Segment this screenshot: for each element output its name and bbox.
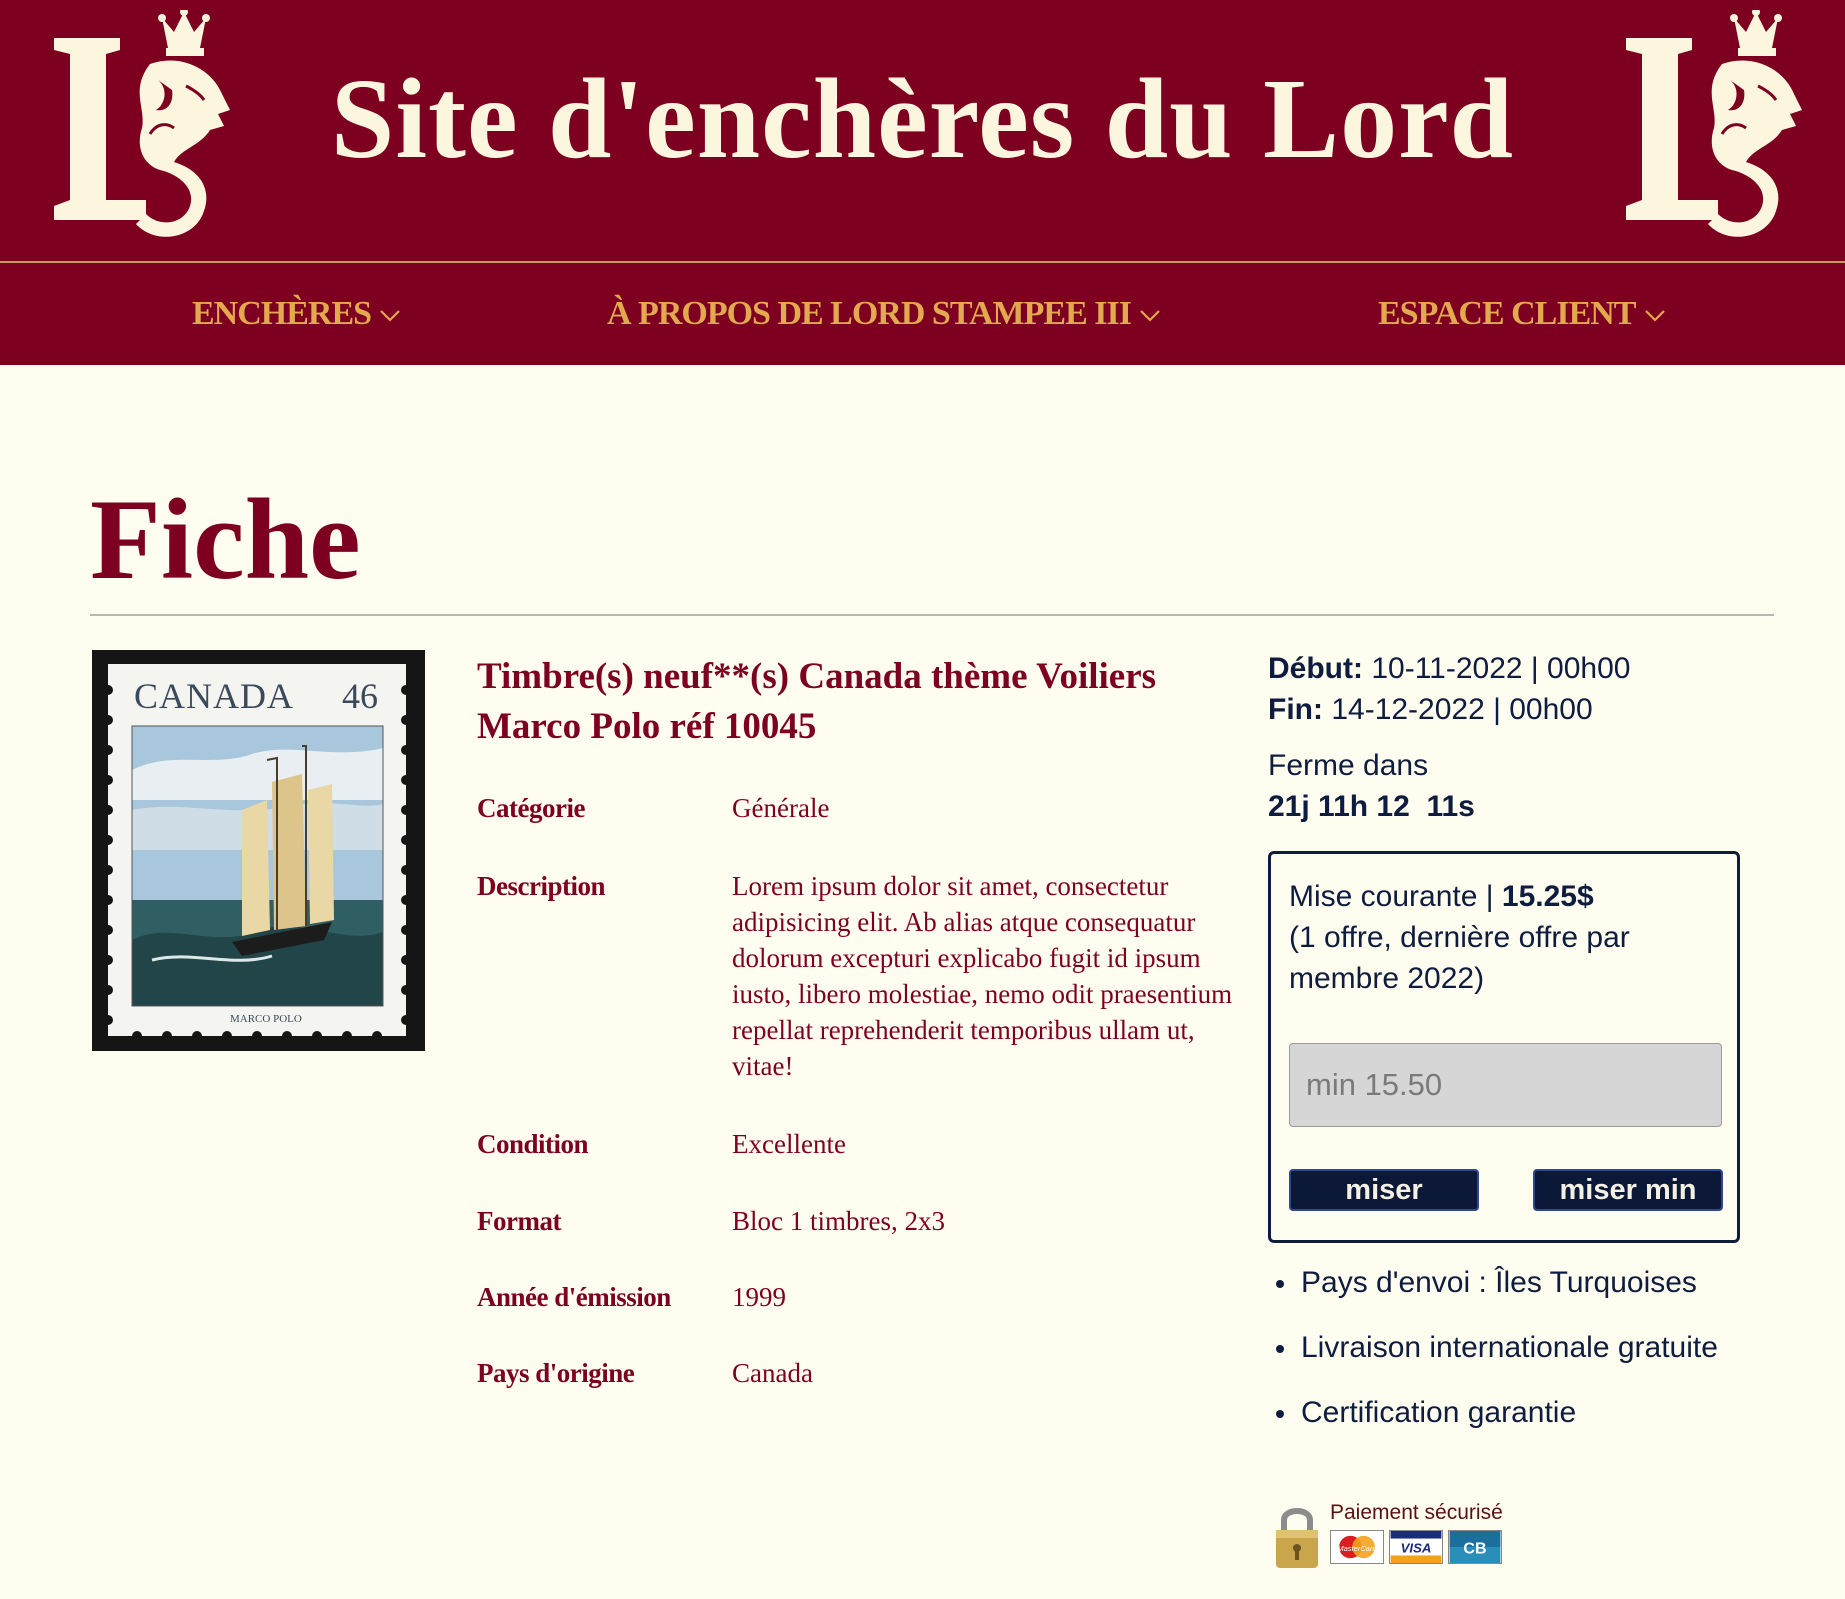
current-bid-value: 15.25$ bbox=[1501, 880, 1594, 913]
bid-min-button[interactable]: miser min bbox=[1533, 1169, 1723, 1211]
start-value: 10-11-2022 | 00h00 bbox=[1371, 652, 1631, 685]
detail-row-format: Format Bloc 1 timbres, 2x3 bbox=[477, 1203, 1247, 1239]
stamp-image[interactable]: CANADA 46 MARCO POLO bbox=[92, 650, 425, 1051]
detail-label: Catégorie bbox=[477, 793, 585, 823]
nav-item-encheres[interactable]: ENCHÈRES bbox=[192, 263, 401, 365]
cb-text: CB bbox=[1463, 1541, 1486, 1558]
current-bid: Mise courante | 15.25$ (1 offre, dernièr… bbox=[1289, 876, 1719, 999]
detail-label: Format bbox=[477, 1206, 561, 1236]
nav-item-espace-client[interactable]: ESPACE CLIENT bbox=[1378, 263, 1666, 365]
divider bbox=[90, 614, 1774, 616]
nav-item-label: ENCHÈRES bbox=[192, 295, 372, 332]
chevron-down-icon bbox=[1644, 310, 1665, 322]
end-value: 14-12-2022 | 00h00 bbox=[1331, 693, 1593, 726]
detail-value: Canada bbox=[732, 1358, 813, 1388]
detail-label: Condition bbox=[477, 1129, 589, 1159]
list-item: Pays d'envoi : Îles Turquoises bbox=[1276, 1263, 1841, 1303]
offers-summary: (1 offre, dernière offre par membre 2022… bbox=[1289, 921, 1630, 995]
bid-panel: Mise courante | 15.25$ (1 offre, dernièr… bbox=[1268, 851, 1740, 1243]
stamp-country: CANADA bbox=[134, 676, 294, 716]
countdown-timer: 21j 11h 12 11s bbox=[1268, 790, 1475, 823]
visa-text: VISA bbox=[1401, 1541, 1432, 1556]
detail-value: Bloc 1 timbres, 2x3 bbox=[732, 1206, 945, 1236]
visa-icon: VISA bbox=[1389, 1530, 1443, 1564]
nav-item-label: ESPACE CLIENT bbox=[1378, 295, 1636, 332]
page-title: Fiche bbox=[90, 476, 361, 604]
main-nav: ENCHÈRES À PROPOS DE LORD STAMPEE III ES… bbox=[0, 263, 1845, 365]
mastercard-text: MasterCard bbox=[1337, 1544, 1377, 1553]
list-item: Livraison internationale gratuite bbox=[1276, 1328, 1841, 1368]
auction-dates: Début: 10-11-2022 | 00h00 Fin: 14-12-202… bbox=[1268, 648, 1808, 730]
end-date: Fin: 14-12-2022 | 00h00 bbox=[1268, 689, 1808, 730]
padlock-icon bbox=[1276, 1508, 1318, 1568]
detail-value: Générale bbox=[732, 793, 830, 823]
feature-list: Pays d'envoi : Îles Turquoises Livraison… bbox=[1268, 1263, 1841, 1458]
closes-in: Ferme dans 21j 11h 12 11s bbox=[1268, 745, 1808, 827]
bid-button[interactable]: miser bbox=[1289, 1169, 1479, 1211]
secure-payment-badge: Paiement sécurisé MasterCard VISA CB bbox=[1272, 1500, 1503, 1572]
chevron-down-icon bbox=[380, 310, 400, 322]
detail-row-category: Catégorie Générale bbox=[477, 790, 1247, 826]
chevron-down-icon bbox=[1140, 310, 1160, 322]
product-title: Timbre(s) neuf**(s) Canada thème Voilier… bbox=[477, 656, 1157, 747]
stamp-value: 46 bbox=[342, 676, 378, 716]
auction-sidebar: Début: 10-11-2022 | 00h00 Fin: 14-12-202… bbox=[1268, 648, 1808, 1568]
detail-value: Lorem ipsum dolor sit amet, consectetur … bbox=[732, 871, 1233, 1081]
nav-item-a-propos[interactable]: À PROPOS DE LORD STAMPEE III bbox=[607, 263, 1161, 365]
start-label: Début: bbox=[1268, 652, 1363, 685]
detail-row-year: Année d'émission 1999 bbox=[477, 1279, 1247, 1315]
detail-value: Excellente bbox=[732, 1129, 846, 1159]
detail-value: 1999 bbox=[732, 1282, 786, 1312]
nav-item-label: À PROPOS DE LORD STAMPEE III bbox=[607, 295, 1132, 332]
detail-label: Année d'émission bbox=[477, 1282, 671, 1312]
closes-label: Ferme dans bbox=[1268, 749, 1429, 782]
current-bid-label: Mise courante | bbox=[1289, 880, 1502, 913]
detail-row-country: Pays d'origine Canada bbox=[477, 1355, 1247, 1391]
detail-label: Description bbox=[477, 871, 605, 901]
bid-amount-input[interactable] bbox=[1289, 1043, 1722, 1127]
start-date: Début: 10-11-2022 | 00h00 bbox=[1268, 648, 1808, 689]
list-item: Certification garantie bbox=[1276, 1393, 1841, 1433]
stamp-caption: MARCO POLO bbox=[230, 1013, 302, 1025]
lion-crown-logo-icon[interactable] bbox=[1622, 10, 1812, 250]
cb-card-icon: CB bbox=[1448, 1530, 1502, 1564]
site-title[interactable]: Site d'enchères du Lord bbox=[0, 62, 1845, 176]
product-details: Catégorie Générale Description Lorem ips… bbox=[477, 790, 1247, 1391]
payment-label: Paiement sécurisé bbox=[1330, 1501, 1503, 1524]
site-header: Site d'enchères du Lord bbox=[0, 0, 1845, 263]
detail-row-description: Description Lorem ipsum dolor sit amet, … bbox=[477, 868, 1247, 1084]
detail-label: Pays d'origine bbox=[477, 1358, 635, 1388]
end-label: Fin: bbox=[1268, 693, 1323, 726]
detail-row-condition: Condition Excellente bbox=[477, 1126, 1247, 1162]
mastercard-icon: MasterCard bbox=[1330, 1530, 1384, 1564]
